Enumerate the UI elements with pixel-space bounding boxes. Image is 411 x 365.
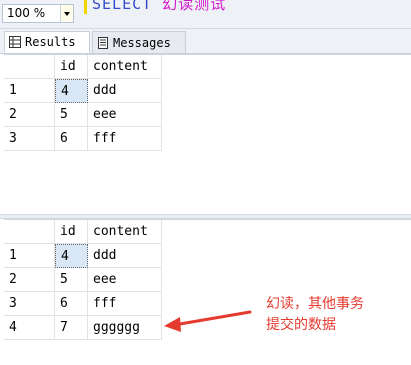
tab-results[interactable]: Results <box>4 31 90 53</box>
cell-id[interactable]: 7 <box>55 316 88 340</box>
column-header-content[interactable]: content <box>88 55 162 79</box>
row-number[interactable]: 3 <box>4 292 55 316</box>
cell-id[interactable]: 5 <box>55 103 88 127</box>
result-grid-1[interactable]: id content 1 4 ddd 2 5 eee 3 6 fff <box>4 54 411 215</box>
query-text-fragment: SELECT 幻读测试 <box>92 0 226 14</box>
cell-content[interactable]: eee <box>88 268 162 292</box>
table-row[interactable]: 2 5 eee <box>4 103 162 127</box>
annotation-arrow-icon <box>164 310 252 332</box>
row-number-header[interactable] <box>4 220 55 244</box>
row-number[interactable]: 2 <box>4 103 55 127</box>
grid-header-row: id content <box>4 220 162 244</box>
data-grid: id content 1 4 ddd 2 5 eee 3 6 fff 4 7 g… <box>4 220 162 340</box>
cell-content[interactable]: eee <box>88 103 162 127</box>
row-number[interactable]: 3 <box>4 127 55 151</box>
annotation-note: 幻读，其他事务 提交的数据 <box>266 294 406 336</box>
zoom-dropdown[interactable]: 100 % <box>2 4 74 23</box>
row-number[interactable]: 4 <box>4 316 55 340</box>
cell-id[interactable]: 5 <box>55 268 88 292</box>
row-number-header[interactable] <box>4 55 55 79</box>
column-header-id[interactable]: id <box>55 55 88 79</box>
code-margin-marker <box>84 0 87 14</box>
table-row[interactable]: 1 4 ddd <box>4 244 162 268</box>
cell-content[interactable]: ddd <box>88 79 162 103</box>
tab-messages[interactable]: Messages <box>92 31 186 53</box>
table-row[interactable]: 4 7 gggggg <box>4 316 162 340</box>
chevron-down-icon[interactable] <box>60 5 73 22</box>
annotation-line-2: 提交的数据 <box>266 317 336 333</box>
editor-toolbar: 100 % SELECT 幻读测试 <box>0 0 411 29</box>
cell-id[interactable]: 4 <box>55 244 88 268</box>
row-number[interactable]: 1 <box>4 79 55 103</box>
table-row[interactable]: 2 5 eee <box>4 268 162 292</box>
cell-content[interactable]: ddd <box>88 244 162 268</box>
results-tabs: Results Messages <box>0 29 411 54</box>
query-table-name: 幻读测试 <box>162 0 227 13</box>
result-grid-2[interactable]: id content 1 4 ddd 2 5 eee 3 6 fff 4 7 g… <box>4 219 411 365</box>
cell-id[interactable]: 6 <box>55 292 88 316</box>
table-row[interactable]: 1 4 ddd <box>4 79 162 103</box>
cell-id[interactable]: 6 <box>55 127 88 151</box>
annotation-line-1: 幻读，其他事务 <box>266 296 364 312</box>
grid-icon <box>9 36 21 48</box>
data-grid: id content 1 4 ddd 2 5 eee 3 6 fff <box>4 55 162 151</box>
table-row[interactable]: 3 6 fff <box>4 292 162 316</box>
column-header-id[interactable]: id <box>55 220 88 244</box>
row-number[interactable]: 1 <box>4 244 55 268</box>
query-keyword: SELECT <box>92 0 153 13</box>
tab-messages-label: Messages <box>113 35 171 50</box>
table-row[interactable]: 3 6 fff <box>4 127 162 151</box>
tab-results-label: Results <box>25 35 76 49</box>
messages-icon <box>98 36 108 49</box>
column-header-content[interactable]: content <box>88 220 162 244</box>
cell-id[interactable]: 4 <box>55 79 88 103</box>
grid-header-row: id content <box>4 55 162 79</box>
row-number[interactable]: 2 <box>4 268 55 292</box>
zoom-value: 100 % <box>7 6 46 20</box>
cell-content[interactable]: fff <box>88 127 162 151</box>
